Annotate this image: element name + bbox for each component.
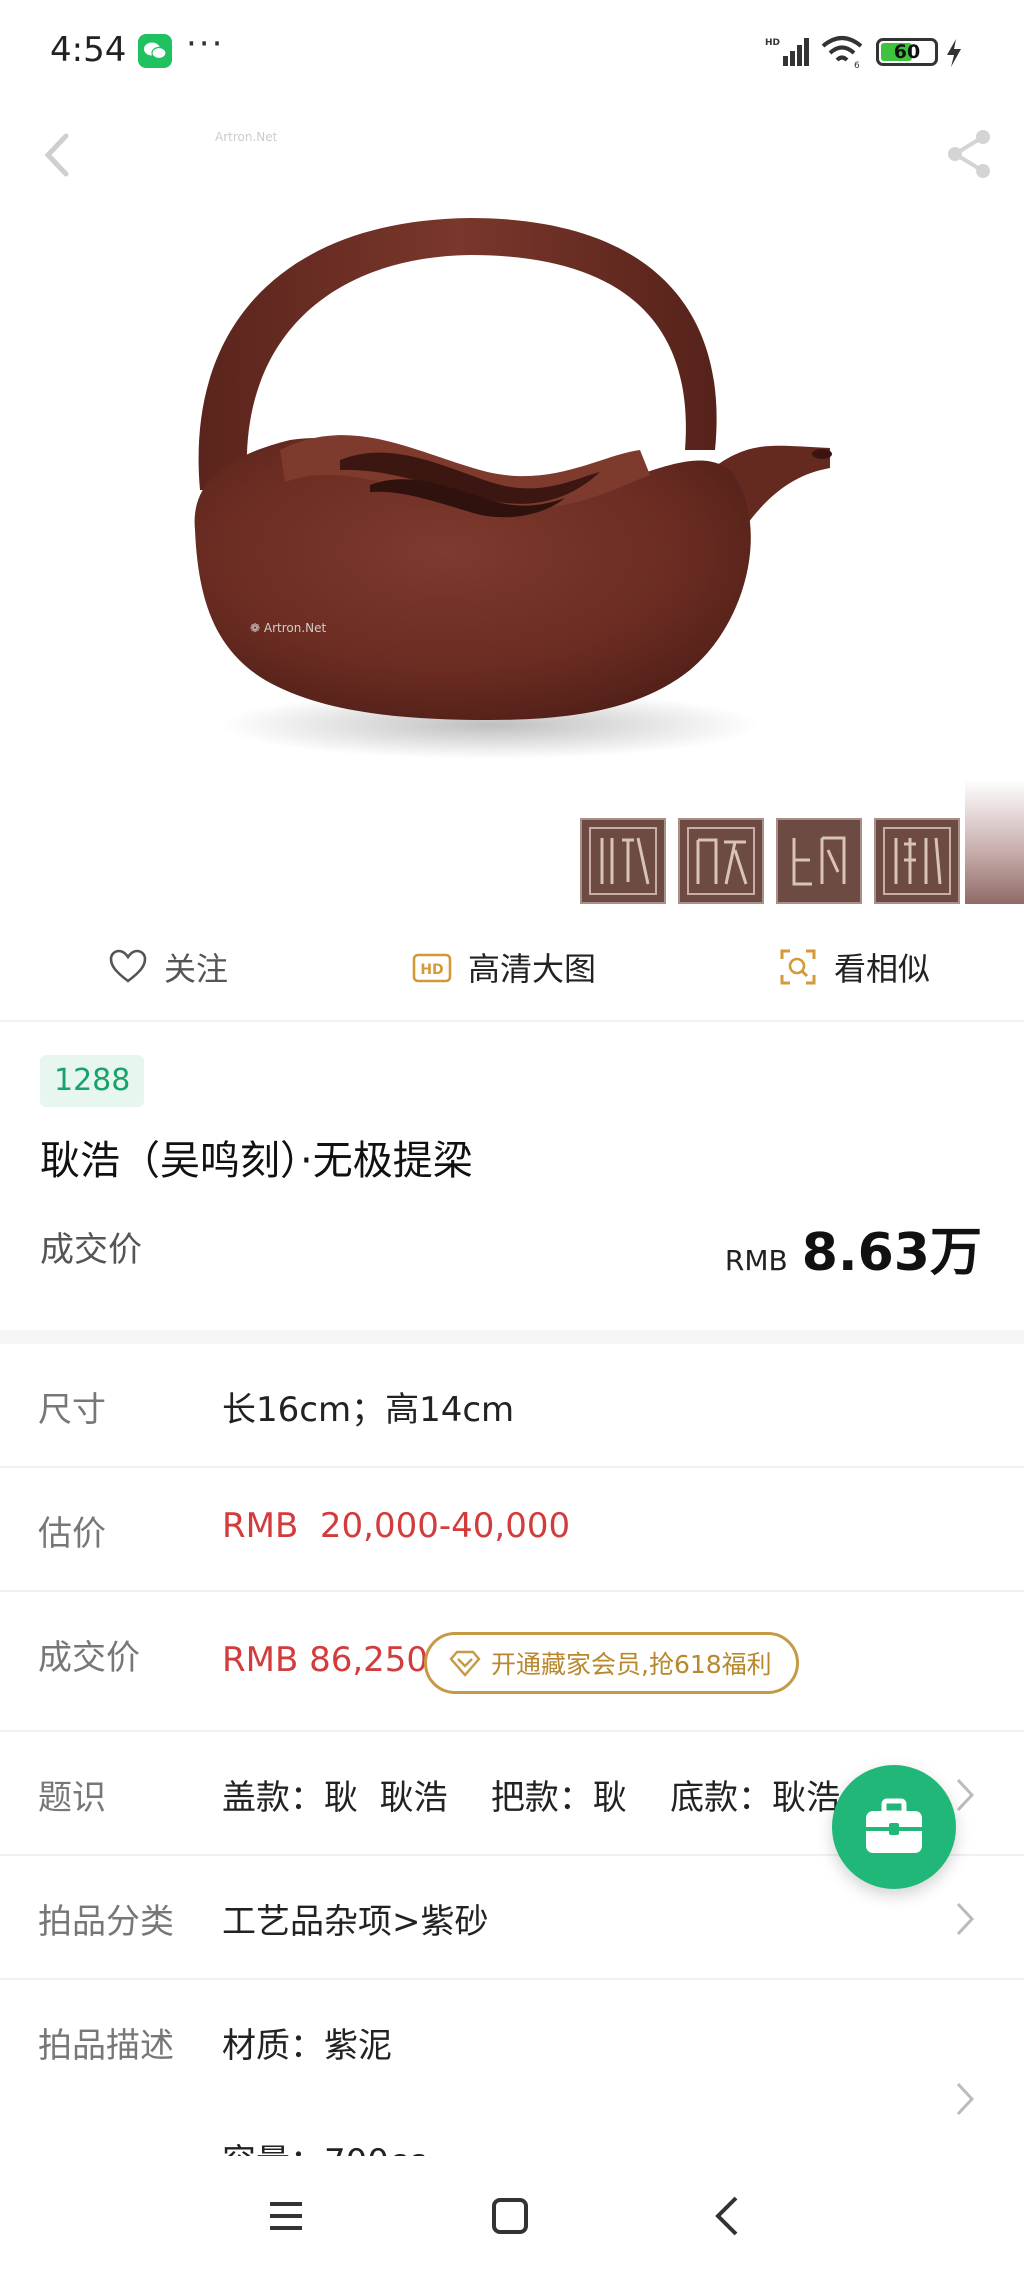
wechat-icon [138, 34, 172, 68]
detail-value: 材质：紫泥 [222, 2026, 392, 2066]
toolbox-fab[interactable] [832, 1765, 956, 1889]
detail-label: 成交价 [38, 1638, 140, 1678]
wifi-icon: 6 [821, 36, 863, 70]
briefcase-icon [866, 1798, 922, 1853]
share-icon[interactable] [945, 128, 993, 180]
diamond-icon [449, 1650, 481, 1677]
home-icon[interactable] [490, 2196, 530, 2236]
heart-icon [109, 949, 147, 983]
menu-icon[interactable] [266, 2196, 306, 2236]
detail-value: RMB 86,250 [222, 1640, 429, 1680]
battery-icon: 60 [876, 38, 938, 66]
follow-button[interactable]: 关注 [108, 912, 228, 1022]
detail-label: 题识 [38, 1778, 106, 1818]
scan-search-icon [780, 949, 816, 985]
hd-icon: HD [412, 953, 452, 983]
detail-value: 工艺品杂项>紫砂 [222, 1902, 489, 1942]
hd-label: 高清大图 [468, 950, 597, 988]
teapot-image: ❁ Artron.Net [194, 218, 832, 759]
svg-text:❁ Artron.Net: ❁ Artron.Net [250, 621, 327, 635]
detail-value-2: 容量：700cc [222, 2134, 426, 2156]
thumbnail-seal-2[interactable] [678, 818, 764, 904]
svg-text:HD: HD [765, 38, 780, 48]
chevron-right-icon [956, 1778, 975, 1812]
battery-text: 60 [893, 41, 921, 63]
chevron-right-icon [956, 1902, 975, 1936]
detail-label: 估价 [38, 1514, 106, 1554]
action-bar: 关注 HD 高清大图 看相似 [0, 912, 1024, 1022]
membership-promo-button[interactable]: 开通藏家会员,抢618福利 [424, 1632, 799, 1694]
hd-image-button[interactable]: HD 高清大图 [412, 912, 596, 1022]
detail-value: 盖款：耿 耿浩 把款：耿 底款：耿浩 [222, 1778, 841, 1818]
product-image-gallery[interactable]: Artron.Net ❁ Artron.Net [0, 100, 1024, 910]
thumbnail-overflow-fade [965, 780, 1024, 904]
find-similar-button[interactable]: 看相似 [778, 912, 930, 1022]
charging-icon [947, 39, 961, 67]
chevron-right-icon [956, 2082, 975, 2116]
detail-label: 拍品描述 [38, 2026, 174, 2066]
status-bar: 4:54 ··· HD 6 60 [0, 0, 1024, 100]
back-arrow-icon[interactable] [38, 130, 78, 180]
signal-icon: HD [765, 38, 809, 66]
membership-promo-label: 开通藏家会员,抢618福利 [491, 1650, 772, 1679]
detail-label: 尺寸 [38, 1390, 106, 1430]
detail-value: RMB 20,000-40,000 [222, 1506, 571, 1546]
detail-value: 长16cm；高14cm [222, 1390, 515, 1430]
price-label: 成交价 [40, 1230, 142, 1270]
watermark-top: Artron.Net [215, 130, 278, 144]
thumbnail-seal-3[interactable] [776, 818, 862, 904]
lot-title: 耿浩（吴鸣刻）·无极提梁 [40, 1138, 473, 1184]
price-number: 8.63万 [801, 1223, 982, 1283]
similar-label: 看相似 [834, 950, 931, 988]
system-nav-bar [0, 2160, 1024, 2276]
svg-text:HD: HD [420, 962, 443, 978]
follow-label: 关注 [164, 950, 229, 988]
more-dots-icon: ··· [186, 24, 225, 64]
detail-row-estimate: 估价 RMB 20,000-40,000 [0, 1468, 1024, 1592]
status-time: 4:54 [50, 30, 127, 70]
section-divider [0, 1330, 1024, 1344]
detail-label: 拍品分类 [38, 1902, 174, 1942]
svg-text:6: 6 [854, 61, 860, 70]
thumbnail-seal-4[interactable] [874, 818, 960, 904]
thumbnail-seal-1[interactable] [580, 818, 666, 904]
detail-row-size: 尺寸 长16cm；高14cm [0, 1344, 1024, 1468]
nav-back-icon[interactable] [712, 2194, 742, 2238]
price-currency: RMB [724, 1244, 788, 1277]
sale-price: RMB 8.63万 [725, 1210, 982, 1285]
thumbnail-strip[interactable] [580, 818, 960, 904]
detail-row-description[interactable]: 拍品描述 材质：紫泥 容量：700cc [0, 1980, 1024, 2156]
lot-number-badge: 1288 [40, 1055, 145, 1107]
